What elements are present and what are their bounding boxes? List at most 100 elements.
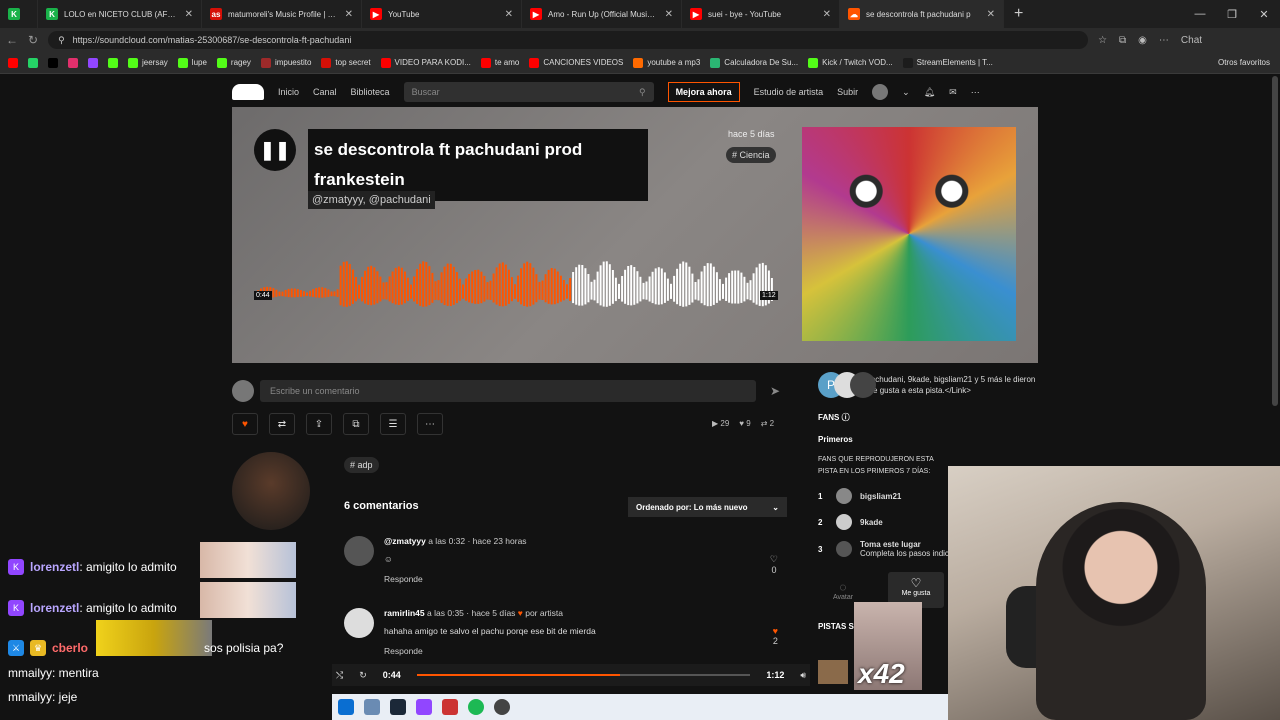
mail-icon[interactable]: ✉ (949, 87, 957, 98)
new-tab-icon[interactable]: + (1004, 5, 1033, 23)
tag-adp[interactable]: # adp (344, 457, 379, 473)
copy-link-button[interactable]: ⧉ (343, 413, 369, 435)
other-bookmarks[interactable]: Otros favoritos (1218, 58, 1270, 67)
cover-art[interactable] (802, 127, 1016, 341)
reply-button[interactable]: Responde (384, 574, 423, 584)
site-info-icon[interactable]: ⚲ (58, 35, 65, 46)
back-icon[interactable]: ← (6, 33, 18, 47)
close-tab-icon[interactable]: ✕ (987, 9, 995, 20)
comment-time[interactable]: 0:35 (447, 608, 464, 618)
volume-icon[interactable]: 🔊︎ (800, 670, 806, 681)
comment-likes[interactable]: ♥ 2 (773, 626, 778, 646)
bookmark-item[interactable] (8, 57, 18, 68)
edge-icon[interactable] (338, 699, 354, 715)
likers-text[interactable]: pachudani, 9kade, bigsliam21 y 5 más le … (866, 374, 1038, 396)
bookmark-item[interactable] (28, 57, 38, 68)
browser-tab[interactable]: as matumoreli's Music Profile | Last.f ✕ (202, 0, 362, 28)
genre-tag[interactable]: # Ciencia (726, 147, 776, 163)
close-tab-icon[interactable]: ✕ (823, 9, 831, 20)
pause-button[interactable]: ❚❚ (254, 129, 296, 171)
repost-button[interactable]: ⇄ (269, 413, 295, 435)
scrollbar[interactable] (1272, 76, 1278, 406)
soundcloud-logo[interactable] (232, 84, 264, 100)
send-icon[interactable]: ➤ (762, 384, 788, 398)
profile-icon[interactable]: ◉ (1138, 35, 1147, 46)
fan-name[interactable]: Toma este lugar (860, 540, 921, 549)
bookmark-item[interactable] (48, 57, 58, 68)
liker-avatars[interactable]: P (818, 372, 876, 398)
comment-user[interactable]: @zmatyyy (384, 536, 426, 546)
avatar[interactable] (344, 608, 374, 638)
info-icon[interactable]: ⓘ (842, 413, 850, 422)
bookmark-item[interactable]: lupe (177, 57, 207, 68)
bell-icon[interactable]: 🔔︎ (924, 87, 935, 98)
more-button[interactable]: ⋯ (417, 413, 443, 435)
browser-tab[interactable]: K LOLO en NICETO CLUB (AFTERMO ✕ (38, 0, 202, 28)
bookmark-item[interactable]: StreamElements | T... (902, 57, 993, 68)
like-button[interactable]: ♥ (232, 413, 258, 435)
bookmark-item[interactable]: Kick / Twitch VOD... (808, 57, 893, 68)
track-artists[interactable]: @zmatyyy, @pachudani (308, 191, 435, 209)
more-icon[interactable]: ⋯ (971, 87, 980, 98)
browser-tab[interactable]: ▶ YouTube ✕ (362, 0, 522, 28)
user-avatar[interactable] (872, 84, 889, 100)
menu-icon[interactable]: ⋯ (1159, 35, 1169, 46)
avatar-button[interactable]: ◌ Avatar (818, 580, 868, 601)
tab-first-fans[interactable]: Primeros (818, 435, 1038, 444)
player-progress[interactable] (416, 674, 751, 676)
share-button[interactable]: ⇪ (306, 413, 332, 435)
close-tab-icon[interactable]: ✕ (345, 9, 353, 20)
star-icon[interactable]: ☆ (1098, 35, 1107, 46)
reload-icon[interactable]: ↻ (28, 33, 38, 47)
heart-icon[interactable]: ♥ (773, 626, 778, 636)
app-icon[interactable] (364, 699, 380, 715)
sidebar-toggle[interactable]: K (0, 0, 38, 28)
obs-icon[interactable] (416, 699, 432, 715)
bookmark-item[interactable]: CANCIONES VIDEOS (529, 57, 623, 68)
upgrade-button[interactable]: Mejora ahora (667, 82, 740, 102)
bookmark-item[interactable]: youtube a mp3 (633, 57, 700, 68)
nav-home[interactable]: Inicio (278, 87, 299, 97)
bookmark-item[interactable]: ragey (216, 57, 251, 68)
bookmark-item[interactable] (88, 57, 98, 68)
comment-input[interactable]: Escribe un comentario (260, 380, 756, 402)
waveform[interactable] (254, 255, 774, 317)
upload-link[interactable]: Subir (837, 87, 858, 97)
bookmark-item[interactable]: jeersay (128, 57, 168, 68)
browser-tab[interactable]: ▶ suei - bye - YouTube ✕ (682, 0, 840, 28)
close-window-icon[interactable]: ✕ (1248, 8, 1280, 21)
bookmark-item[interactable]: te amo (480, 57, 519, 68)
artist-studio-link[interactable]: Estudio de artista (754, 87, 824, 97)
track-thumbnail[interactable] (818, 660, 848, 684)
search-icon[interactable]: ⚲ (639, 87, 646, 98)
close-tab-icon[interactable]: ✕ (505, 9, 513, 20)
comment-user[interactable]: ramirlin45 (384, 608, 425, 618)
url-field[interactable]: ⚲ https://soundcloud.com/matias-25300687… (48, 31, 1089, 49)
minimize-icon[interactable]: — (1184, 8, 1216, 20)
sort-dropdown[interactable]: Ordenado por: Lo más nuevo ⌄ (628, 497, 787, 517)
reply-button[interactable]: Responde (384, 646, 423, 656)
add-to-playlist-button[interactable]: ☰ (380, 413, 406, 435)
app-icon[interactable] (442, 699, 458, 715)
spotify-icon[interactable] (468, 699, 484, 715)
search-input[interactable]: Buscar ⚲ (403, 82, 654, 102)
repeat-icon[interactable]: ↻ (359, 670, 367, 681)
artist-avatar[interactable] (232, 452, 310, 530)
close-tab-icon[interactable]: ✕ (185, 9, 193, 20)
heart-icon[interactable]: ♡ (770, 554, 778, 565)
extensions-icon[interactable]: ⧉ (1119, 35, 1126, 46)
bookmark-item[interactable]: impuestito (260, 57, 311, 68)
comment-time[interactable]: 0:32 (449, 536, 466, 546)
bookmark-item[interactable]: Calculadora De Su... (710, 57, 798, 68)
bookmark-item[interactable] (68, 57, 78, 68)
fan-name[interactable]: 9kade (860, 518, 883, 527)
steam-icon[interactable] (390, 699, 406, 715)
chevron-down-icon[interactable]: ⌄ (902, 87, 910, 98)
bookmark-item[interactable]: VIDEO PARA KODI... (380, 57, 471, 68)
fan-name[interactable]: bigsliam21 (860, 492, 901, 501)
comment-likes[interactable]: ♡ 0 (770, 554, 778, 575)
chat-button[interactable]: Chat (1181, 35, 1202, 46)
bookmark-item[interactable]: top secret (321, 57, 371, 68)
browser-tab-active[interactable]: ☁ se descontrola ft pachudani p ✕ (840, 0, 1004, 28)
app-icon[interactable] (494, 699, 510, 715)
